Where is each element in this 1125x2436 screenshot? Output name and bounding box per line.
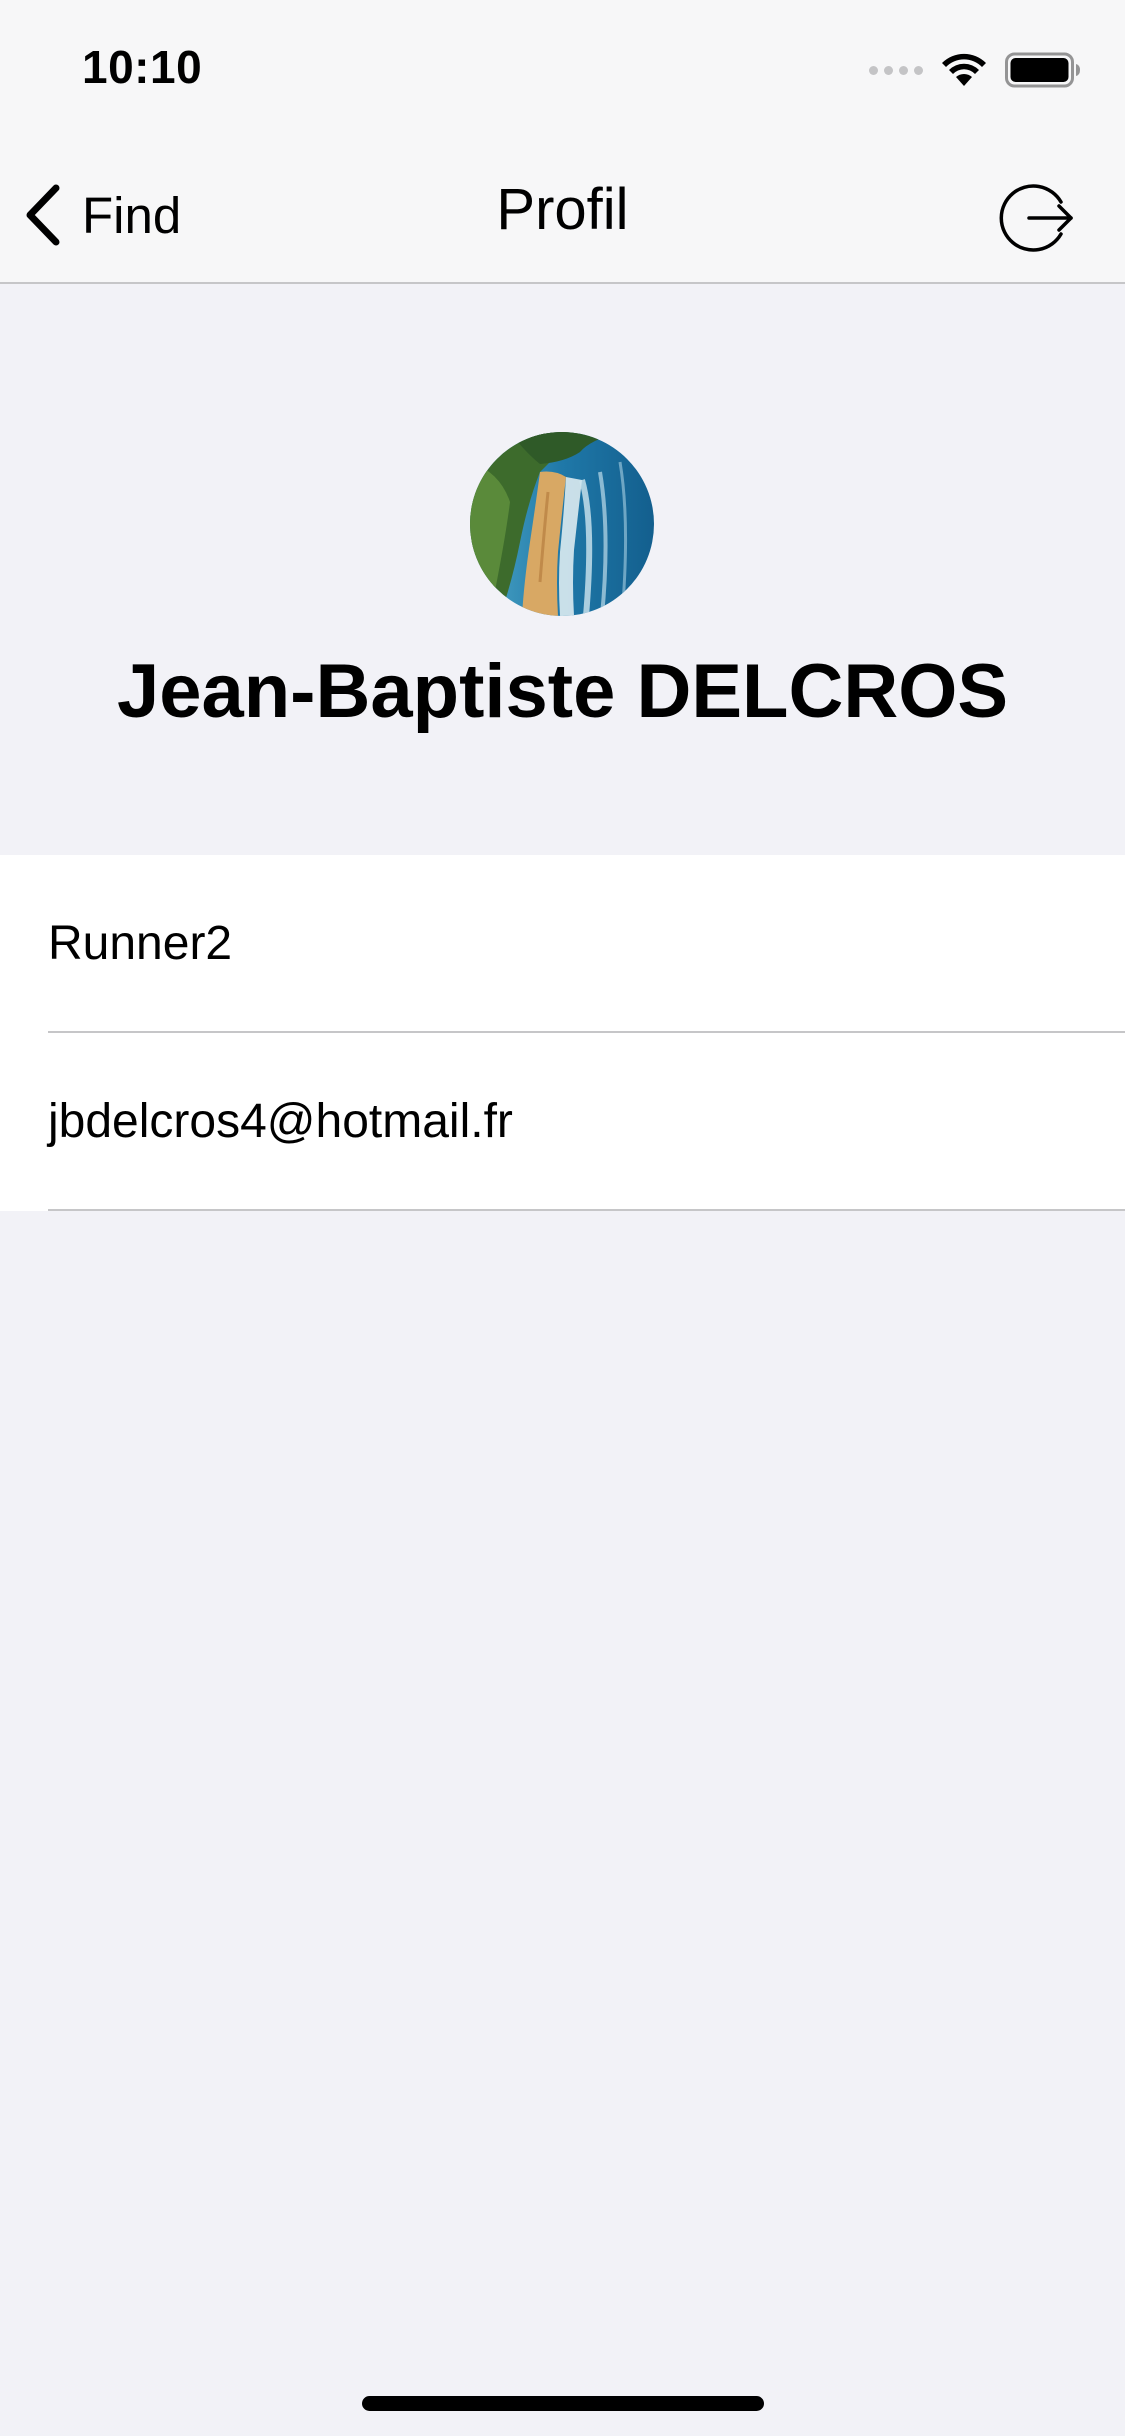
navigation-bar: Find Profil: [0, 132, 1125, 284]
logout-icon[interactable]: [999, 180, 1075, 256]
home-indicator[interactable]: [362, 2396, 764, 2411]
avatar[interactable]: [470, 432, 654, 616]
status-bar: 10:10: [0, 0, 1125, 132]
list-item[interactable]: Runner2: [48, 855, 1125, 1033]
status-icons: [869, 50, 1081, 90]
wifi-icon: [942, 53, 986, 86]
profile-info-list: Runner2 jbdelcros4@hotmail.fr: [0, 855, 1125, 1211]
battery-icon: [1005, 52, 1080, 88]
profile-name: Jean-Baptiste DELCROS: [116, 649, 1009, 734]
page-title: Profil: [496, 177, 629, 242]
email-value: jbdelcros4@hotmail.fr: [48, 1094, 513, 1148]
status-time: 10:10: [82, 41, 203, 93]
avatar-image: [470, 432, 654, 616]
list-item[interactable]: jbdelcros4@hotmail.fr: [48, 1033, 1125, 1211]
signal-dots-icon: [869, 65, 923, 75]
username-value: Runner2: [48, 916, 233, 970]
